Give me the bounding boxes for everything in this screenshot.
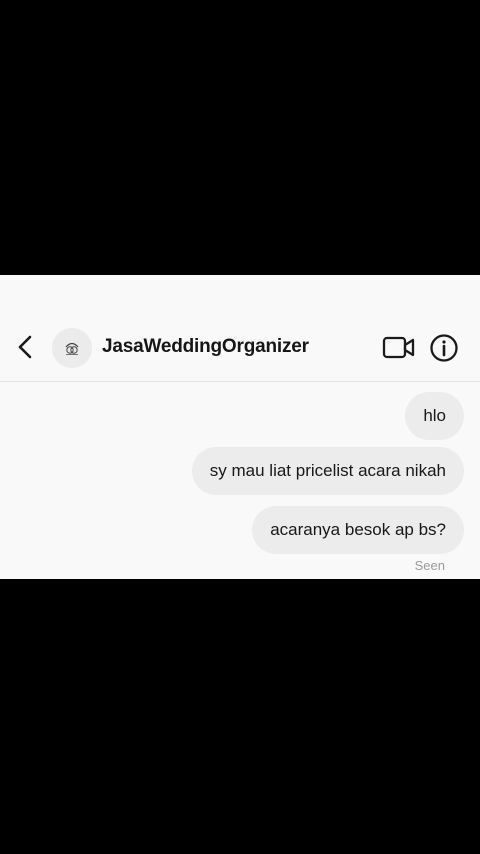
- seen-status: Seen: [414, 558, 445, 573]
- message-bubble-2[interactable]: sy mau liat pricelist acara nikah: [191, 447, 464, 495]
- info-circle-icon: [430, 334, 458, 362]
- chevron-left-icon: [18, 335, 32, 359]
- message-thread: hlo sy mau liat pricelist acara nikah ac…: [0, 382, 480, 579]
- info-button[interactable]: [429, 333, 459, 363]
- message-bubble-1[interactable]: hlo: [405, 392, 464, 440]
- video-call-button[interactable]: [382, 334, 416, 362]
- avatar[interactable]: [52, 328, 92, 368]
- contact-name[interactable]: JasaWeddingOrganizer: [102, 336, 309, 358]
- chat-screen: JasaWeddingOrganizer hlo sy mau liat pri…: [0, 275, 480, 579]
- video-camera-icon: [382, 336, 415, 359]
- chat-header: JasaWeddingOrganizer: [0, 275, 480, 382]
- ring-logo-icon: [65, 342, 79, 355]
- message-bubble-3[interactable]: acaranya besok ap bs?: [252, 506, 464, 554]
- back-button[interactable]: [12, 332, 40, 362]
